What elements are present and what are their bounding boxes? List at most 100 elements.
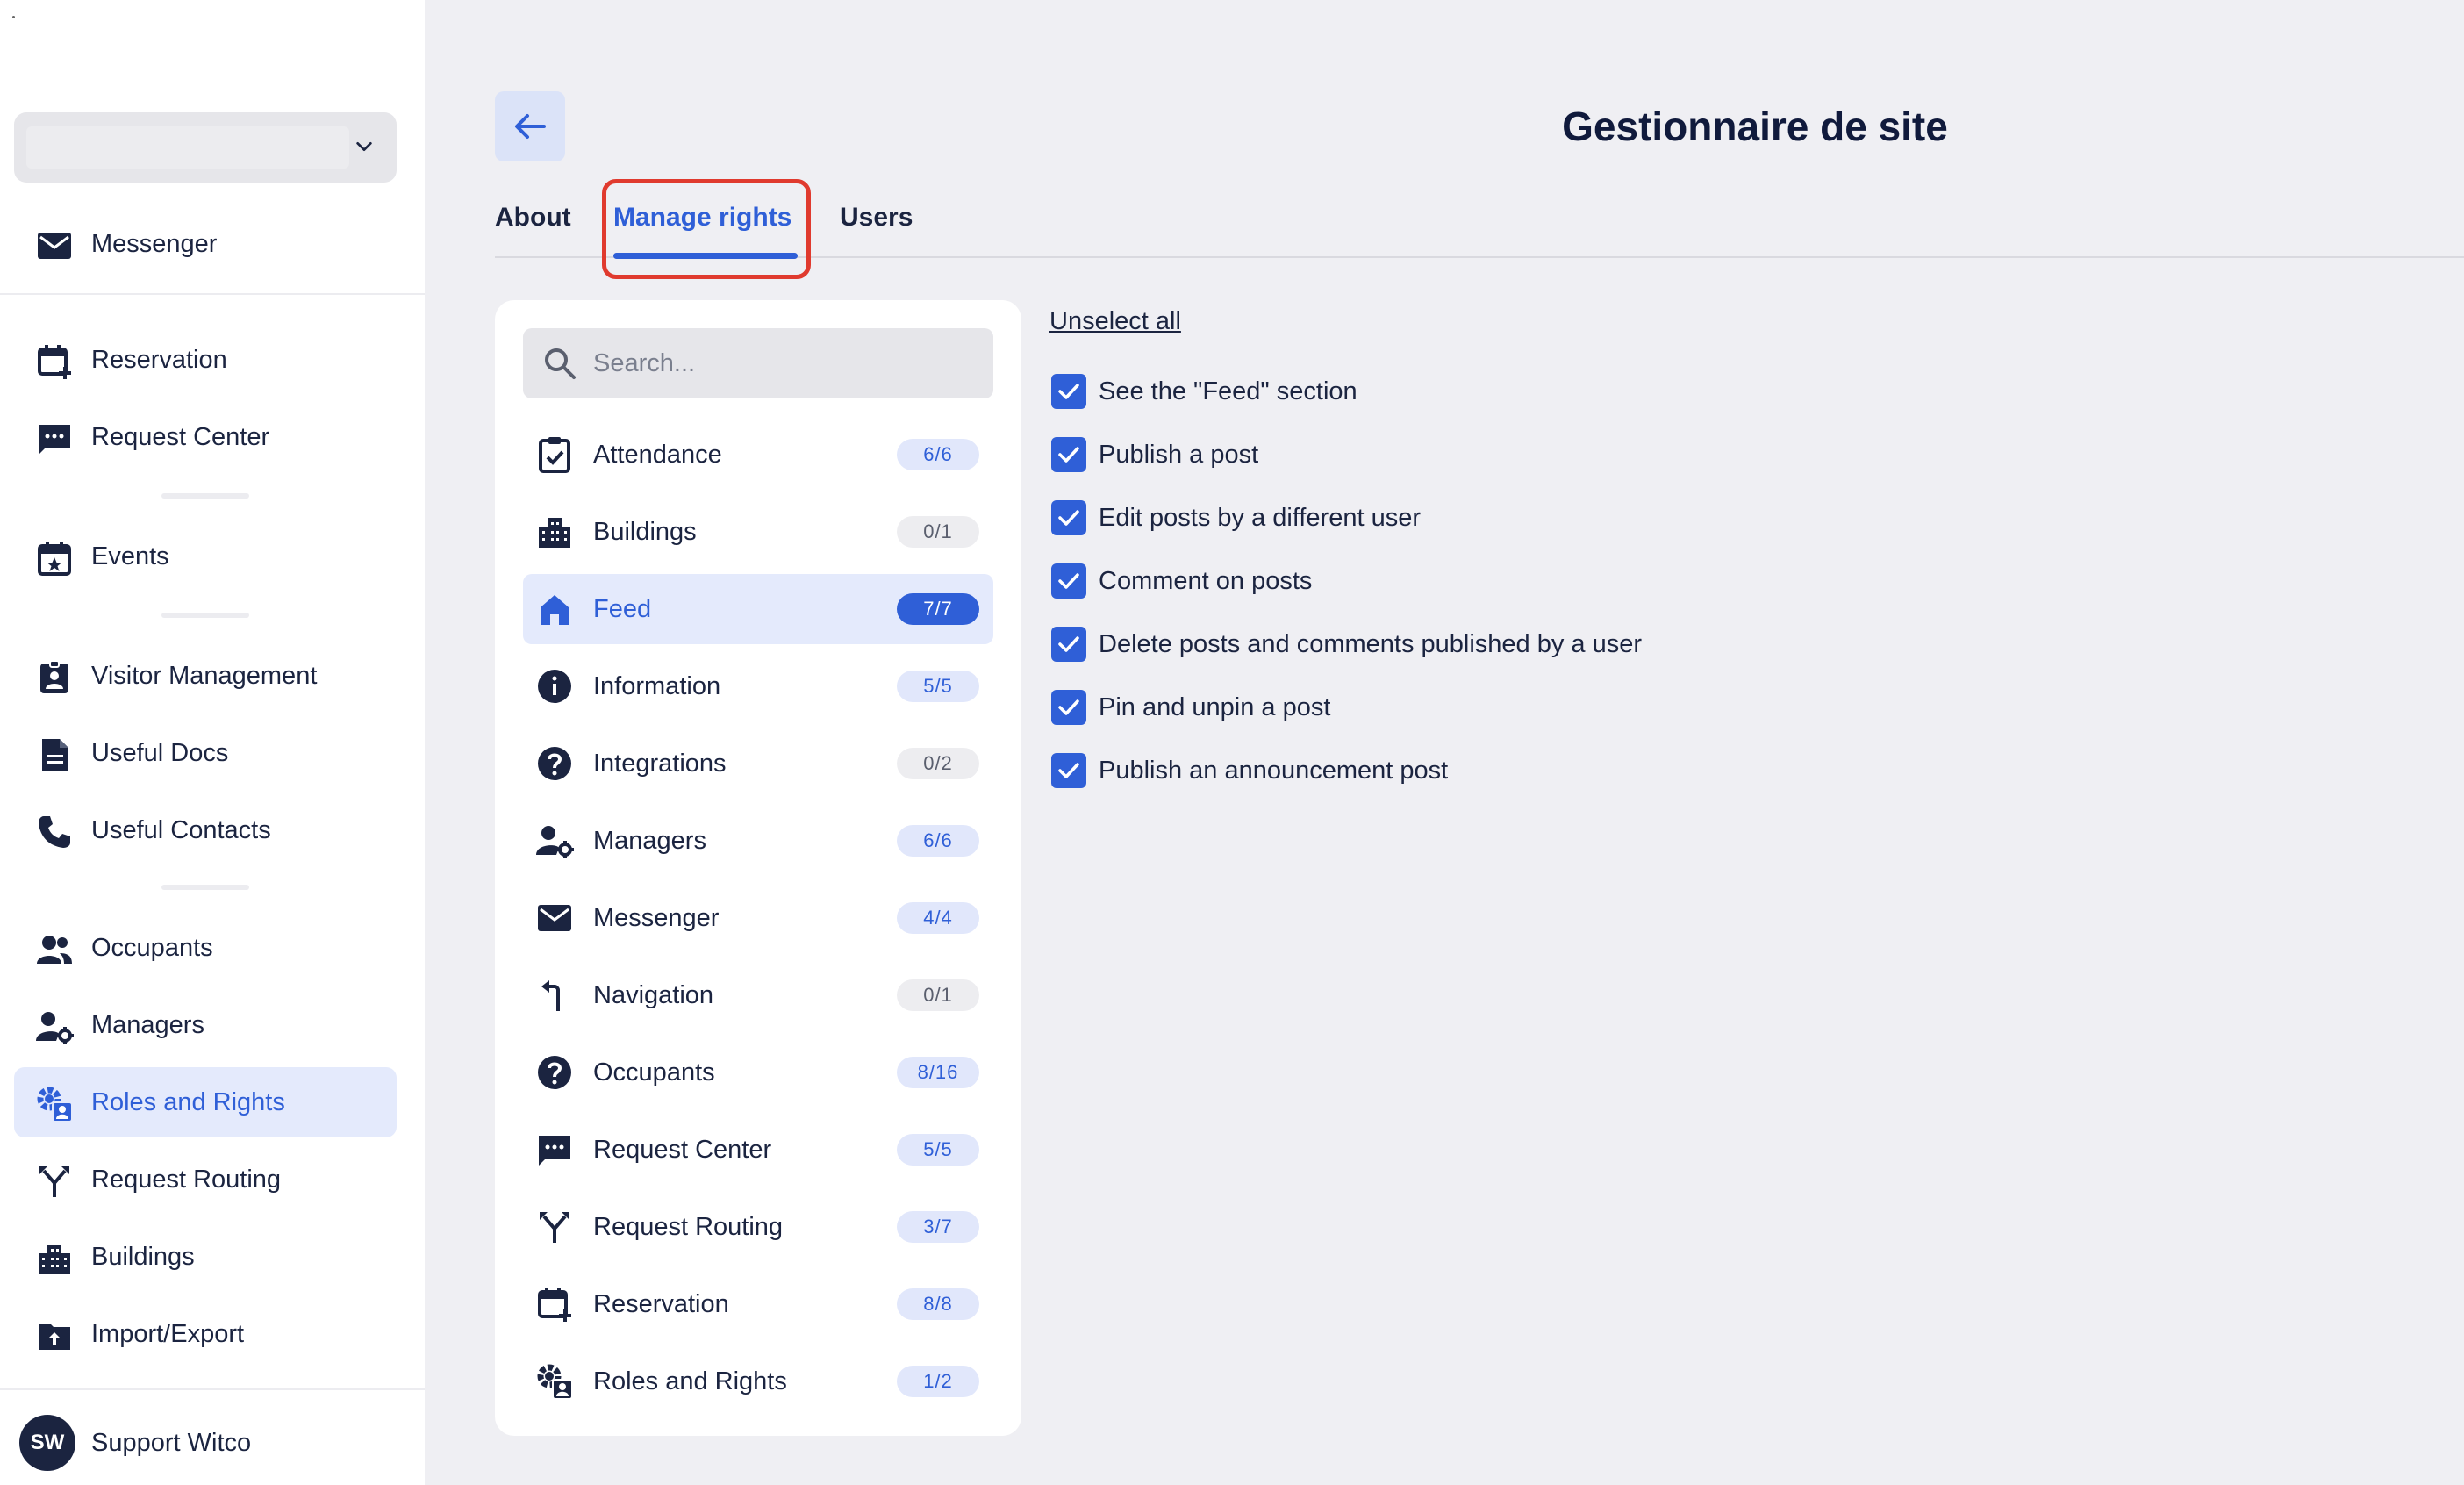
sidebar: Messenger Reservation Request Center Eve… xyxy=(0,0,425,1485)
sidebar-item-occupants[interactable]: Occupants xyxy=(14,913,397,983)
gear-user-icon xyxy=(535,1362,574,1401)
calendar-star-icon xyxy=(35,539,74,578)
category-messenger[interactable]: Messenger 4/4 xyxy=(523,883,993,953)
unselect-all-link[interactable]: Unselect all xyxy=(1049,302,1181,341)
highlight-annotation xyxy=(602,179,811,279)
checkbox[interactable] xyxy=(1051,753,1086,788)
back-button[interactable] xyxy=(495,91,565,161)
category-buildings[interactable]: Buildings 0/1 xyxy=(523,497,993,567)
checkbox[interactable] xyxy=(1051,690,1086,725)
user-profile[interactable]: SW Support Witco xyxy=(0,1388,425,1485)
category-label: Reservation xyxy=(593,1290,729,1318)
avatar: SW xyxy=(19,1415,75,1471)
separator xyxy=(161,493,249,499)
category-label: Messenger xyxy=(593,904,720,932)
category-request-routing[interactable]: Request Routing 3/7 xyxy=(523,1192,993,1262)
checkbox[interactable] xyxy=(1051,500,1086,535)
sidebar-item-roles-and-rights[interactable]: Roles and Rights xyxy=(14,1067,397,1137)
category-label: Roles and Rights xyxy=(593,1367,787,1395)
sidebar-item-useful-docs[interactable]: Useful Docs xyxy=(14,718,397,788)
category-count-badge: 3/7 xyxy=(897,1211,979,1243)
separator xyxy=(161,885,249,890)
arrow-left-icon xyxy=(515,114,546,139)
checkbox[interactable] xyxy=(1051,437,1086,472)
check-icon xyxy=(1058,699,1079,715)
category-integrations[interactable]: Integrations 0/2 xyxy=(523,728,993,799)
category-count-badge: 4/4 xyxy=(897,902,979,934)
permission-label: Delete posts and comments published by a… xyxy=(1099,630,1643,658)
category-reservation[interactable]: Reservation 8/8 xyxy=(523,1269,993,1339)
category-roles-and-rights[interactable]: Roles and Rights 1/2 xyxy=(523,1346,993,1417)
badge-icon xyxy=(35,658,74,697)
sidebar-item-label: Messenger xyxy=(91,230,218,258)
user-gear-icon xyxy=(35,1008,74,1046)
sidebar-item-label: Import/Export xyxy=(91,1320,245,1348)
category-information[interactable]: Information 5/5 xyxy=(523,651,993,721)
user-gear-icon xyxy=(535,821,574,860)
tab-about[interactable]: About xyxy=(495,193,571,242)
category-label: Managers xyxy=(593,827,706,855)
tab-users[interactable]: Users xyxy=(840,193,913,242)
check-icon xyxy=(1058,510,1079,526)
permission-label: Publish a post xyxy=(1099,441,1259,469)
permission-label: Comment on posts xyxy=(1099,567,1313,595)
sidebar-item-request-center[interactable]: Request Center xyxy=(14,402,397,472)
routing-icon xyxy=(535,1208,574,1246)
category-label: Request Center xyxy=(593,1136,772,1164)
chat-icon xyxy=(535,1130,574,1169)
category-count-badge: 8/16 xyxy=(897,1057,979,1088)
sidebar-item-label: Buildings xyxy=(91,1243,195,1271)
category-count-badge: 0/1 xyxy=(897,979,979,1011)
category-request-center[interactable]: Request Center 5/5 xyxy=(523,1115,993,1185)
permission-label: Pin and unpin a post xyxy=(1099,693,1331,721)
routing-icon xyxy=(35,1162,74,1201)
page-title: Gestionnaire de site xyxy=(1562,104,1948,149)
category-attendance[interactable]: Attendance 6/6 xyxy=(523,420,993,490)
sidebar-item-label: Events xyxy=(91,542,169,570)
checkbox[interactable] xyxy=(1051,627,1086,662)
sidebar-item-label: Request Center xyxy=(91,423,270,451)
sidebar-item-label: Useful Docs xyxy=(91,739,229,767)
category-count-badge: 0/2 xyxy=(897,748,979,779)
sidebar-item-request-routing[interactable]: Request Routing xyxy=(14,1144,397,1215)
checkbox[interactable] xyxy=(1051,374,1086,409)
chevron-down-icon xyxy=(356,141,372,152)
check-icon xyxy=(1058,636,1079,652)
search-box[interactable] xyxy=(523,328,993,398)
category-occupants[interactable]: Occupants 8/16 xyxy=(523,1037,993,1108)
search-input[interactable] xyxy=(593,328,979,398)
turn-icon xyxy=(535,976,574,1015)
decor-dot xyxy=(12,16,15,18)
sidebar-item-managers[interactable]: Managers xyxy=(14,990,397,1060)
search-icon xyxy=(545,348,576,379)
sidebar-item-reservation[interactable]: Reservation xyxy=(14,325,397,395)
user-name: Support Witco xyxy=(91,1429,252,1457)
check-icon xyxy=(1058,447,1079,463)
category-label: Feed xyxy=(593,595,652,623)
permission-label: Edit posts by a different user xyxy=(1099,504,1422,532)
help-icon xyxy=(535,744,574,783)
checkbox[interactable] xyxy=(1051,563,1086,599)
permission-label: See the "Feed" section xyxy=(1099,377,1357,405)
category-count-badge: 6/6 xyxy=(897,825,979,857)
home-icon xyxy=(535,590,574,628)
folder-upload-icon xyxy=(35,1316,74,1355)
category-feed[interactable]: Feed 7/7 xyxy=(523,574,993,644)
mail-icon xyxy=(535,899,574,937)
category-navigation[interactable]: Navigation 0/1 xyxy=(523,960,993,1030)
sidebar-item-label: Managers xyxy=(91,1011,204,1039)
sidebar-item-buildings[interactable]: Buildings xyxy=(14,1222,397,1292)
sidebar-item-events[interactable]: Events xyxy=(14,521,397,592)
check-icon xyxy=(1058,384,1079,399)
category-managers[interactable]: Managers 6/6 xyxy=(523,806,993,876)
sidebar-item-useful-contacts[interactable]: Useful Contacts xyxy=(14,795,397,865)
category-count-badge: 1/2 xyxy=(897,1366,979,1397)
permission-label: Publish an announcement post xyxy=(1099,757,1449,785)
sidebar-item-visitor-management[interactable]: Visitor Management xyxy=(14,641,397,711)
sidebar-item-label: Occupants xyxy=(91,934,213,962)
sidebar-item-import-export[interactable]: Import/Export xyxy=(14,1299,397,1369)
sidebar-item-messenger[interactable]: Messenger xyxy=(14,209,397,279)
site-selector[interactable] xyxy=(14,112,397,183)
clipboard-check-icon xyxy=(535,435,574,474)
category-label: Attendance xyxy=(593,441,722,469)
